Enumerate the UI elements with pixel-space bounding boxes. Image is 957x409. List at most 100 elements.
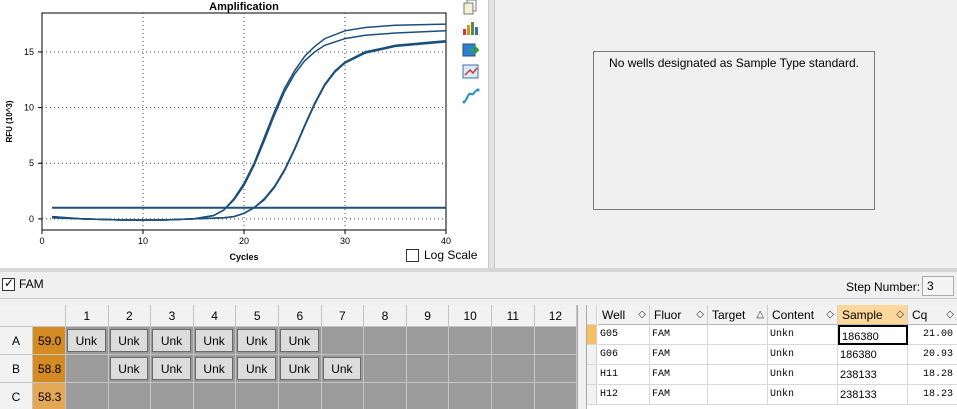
plate-well[interactable] xyxy=(534,327,578,355)
plate-well[interactable]: Unk xyxy=(108,355,152,383)
sort-icon[interactable]: ◇ xyxy=(696,305,704,325)
cell-cq[interactable]: 18.28 xyxy=(908,365,957,385)
plate-well[interactable]: Unk xyxy=(193,327,237,355)
fluor-filter[interactable]: FAM xyxy=(0,273,44,295)
plate-well[interactable] xyxy=(193,383,237,409)
cell-well[interactable]: H11 xyxy=(598,365,650,385)
plate-well[interactable] xyxy=(492,355,535,383)
chart-properties-icon[interactable] xyxy=(462,20,480,36)
plate-well[interactable]: Unk xyxy=(151,327,194,355)
cell-cq[interactable]: 18.23 xyxy=(908,385,957,405)
cell-fluor[interactable]: FAM xyxy=(650,385,708,405)
curve-icon[interactable] xyxy=(462,88,480,104)
cell-fluor[interactable]: FAM xyxy=(650,325,708,345)
plate-column-header[interactable]: 12 xyxy=(534,305,578,327)
plate-well[interactable]: Unk xyxy=(66,327,109,355)
plate-well[interactable] xyxy=(534,355,578,383)
plate-well[interactable]: Unk xyxy=(108,327,152,355)
cell-content[interactable]: Unkn xyxy=(768,325,838,345)
vertical-splitter[interactable] xyxy=(488,0,495,270)
plate-column-header[interactable]: 9 xyxy=(406,305,450,327)
plate-row-header[interactable]: A xyxy=(0,327,33,355)
plate-row-header[interactable]: C xyxy=(0,383,33,409)
plate-row-header[interactable]: B xyxy=(0,355,33,383)
cell-target[interactable] xyxy=(708,365,768,385)
plate-corner[interactable] xyxy=(0,305,66,327)
cell-content[interactable]: Unkn xyxy=(768,345,838,365)
plate-well[interactable] xyxy=(406,327,450,355)
plate-well[interactable]: Unk xyxy=(279,355,322,383)
sort-icon[interactable]: ◇ xyxy=(896,305,904,325)
plate-well[interactable] xyxy=(449,327,492,355)
plate-well[interactable] xyxy=(321,327,365,355)
plate-well[interactable] xyxy=(364,383,407,409)
plate-well[interactable] xyxy=(492,383,535,409)
plate-well[interactable] xyxy=(108,383,152,409)
log-scale-toggle[interactable]: Log Scale xyxy=(406,248,477,262)
plate-well[interactable] xyxy=(449,355,492,383)
plate-well[interactable] xyxy=(66,355,109,383)
plate-column-header[interactable]: 1 xyxy=(66,305,109,327)
cell-fluor[interactable]: FAM xyxy=(650,365,708,385)
fam-checkbox[interactable] xyxy=(2,276,15,291)
column-header-well[interactable]: Well ◇ xyxy=(598,305,650,325)
plate-column-header[interactable]: 8 xyxy=(364,305,407,327)
plate-well[interactable] xyxy=(321,383,365,409)
plate-well[interactable] xyxy=(151,383,194,409)
plate-well[interactable] xyxy=(236,383,279,409)
log-scale-checkbox[interactable] xyxy=(406,248,419,262)
cell-content[interactable]: Unkn xyxy=(768,385,838,405)
plate-column-header[interactable]: 2 xyxy=(108,305,152,327)
column-header-target[interactable]: Target △ xyxy=(708,305,768,325)
sort-icon[interactable]: ◇ xyxy=(638,305,646,325)
sort-ascending-icon[interactable]: △ xyxy=(756,305,764,325)
cell-target[interactable] xyxy=(708,345,768,365)
plate-column-header[interactable]: 4 xyxy=(193,305,237,327)
plate-well[interactable] xyxy=(364,327,407,355)
row-selector[interactable] xyxy=(587,325,597,345)
sort-icon[interactable]: ◇ xyxy=(826,305,834,325)
cell-sample[interactable]: 186380 xyxy=(838,345,908,365)
cell-target[interactable] xyxy=(708,325,768,345)
plate-column-header[interactable]: 5 xyxy=(236,305,279,327)
cell-well[interactable]: H12 xyxy=(598,385,650,405)
plate-column-header[interactable]: 7 xyxy=(321,305,365,327)
column-header-content[interactable]: Content ◇ xyxy=(768,305,838,325)
column-header-sample[interactable]: Sample ◇ xyxy=(838,305,908,325)
plate-column-header[interactable]: 6 xyxy=(279,305,322,327)
column-header-fluor[interactable]: Fluor ◇ xyxy=(650,305,708,325)
column-header-cq[interactable]: Cq ◇ xyxy=(908,305,957,325)
cell-sample[interactable]: 238133 xyxy=(838,365,908,385)
cell-content[interactable]: Unkn xyxy=(768,365,838,385)
plate-column-header[interactable]: 3 xyxy=(151,305,194,327)
copy-icon[interactable] xyxy=(462,0,480,16)
cell-fluor[interactable]: FAM xyxy=(650,345,708,365)
plate-well[interactable]: Unk xyxy=(193,355,237,383)
cell-sample[interactable]: 238133 xyxy=(838,385,908,405)
plate-well[interactable] xyxy=(449,383,492,409)
cell-sample[interactable]: 186380 xyxy=(838,325,908,345)
plate-well[interactable] xyxy=(406,383,450,409)
plate-well[interactable] xyxy=(66,383,109,409)
export-icon[interactable] xyxy=(462,42,480,58)
row-selector[interactable] xyxy=(587,345,597,365)
sort-icon[interactable]: ◇ xyxy=(946,305,954,325)
step-number-field[interactable]: 3 xyxy=(922,276,954,296)
plate-well[interactable] xyxy=(364,355,407,383)
zoom-icon[interactable] xyxy=(462,64,480,80)
plate-well[interactable] xyxy=(534,383,578,409)
plate-well[interactable]: Unk xyxy=(279,327,322,355)
plate-well[interactable]: Unk xyxy=(236,327,279,355)
cell-cq[interactable]: 20.93 xyxy=(908,345,957,365)
horizontal-splitter[interactable] xyxy=(0,268,957,272)
cell-well[interactable]: G05 xyxy=(598,325,650,345)
plate-well[interactable] xyxy=(279,383,322,409)
cell-well[interactable]: G06 xyxy=(598,345,650,365)
plate-well[interactable]: Unk xyxy=(151,355,194,383)
plate-column-header[interactable]: 10 xyxy=(449,305,492,327)
row-selector[interactable] xyxy=(587,365,597,385)
plate-well[interactable]: Unk xyxy=(236,355,279,383)
plate-well[interactable]: Unk xyxy=(321,355,365,383)
plate-well[interactable] xyxy=(406,355,450,383)
cell-target[interactable] xyxy=(708,385,768,405)
